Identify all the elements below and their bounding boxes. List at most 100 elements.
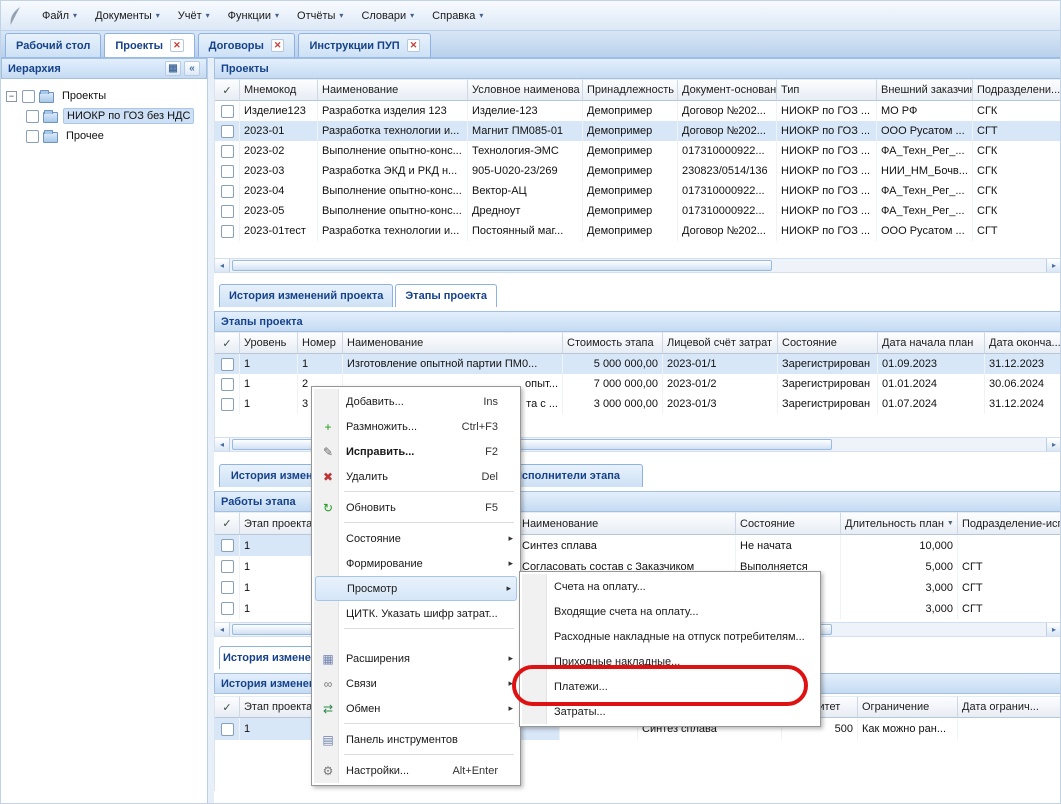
row-select-cell[interactable] — [215, 374, 240, 394]
select-all-header[interactable]: ✓ — [215, 332, 240, 354]
column-header[interactable]: Условное наименова — [468, 79, 583, 101]
expander-icon[interactable]: − — [6, 91, 17, 102]
column-header[interactable]: Тип — [777, 79, 877, 101]
row-checkbox[interactable] — [221, 378, 234, 391]
close-icon[interactable]: ✕ — [271, 39, 285, 52]
scroll-left-icon[interactable]: ◂ — [215, 623, 230, 636]
select-all-header[interactable]: ✓ — [215, 696, 240, 718]
column-header[interactable]: Уровень — [240, 332, 298, 354]
row-checkbox[interactable] — [221, 581, 234, 594]
context-menu-item[interactable]: Просмотр▸ — [315, 576, 517, 601]
row-checkbox[interactable] — [221, 723, 234, 736]
row-checkbox[interactable] — [221, 358, 234, 371]
table-row[interactable]: 2023-05Выполнение опытно-конс...Дредноут… — [215, 201, 1061, 221]
menubar-item[interactable]: Отчёты▾ — [288, 6, 352, 26]
scroll-left-icon[interactable]: ◂ — [215, 438, 230, 451]
tree-checkbox[interactable] — [26, 110, 39, 123]
row-select-cell[interactable] — [215, 181, 240, 201]
submenu-item[interactable]: Расходные накладные на отпуск потребител… — [522, 624, 818, 649]
scroll-right-icon[interactable]: ▸ — [1046, 438, 1061, 451]
menubar-item[interactable]: Учёт▾ — [169, 6, 219, 26]
row-checkbox[interactable] — [221, 398, 234, 411]
submenu-item[interactable]: Счета на оплату... — [522, 574, 818, 599]
context-menu-item[interactable]: ✖УдалитьDel — [314, 464, 518, 489]
grid-filter-icon[interactable]: ▦ — [165, 61, 181, 76]
context-menu-item[interactable]: ▦Расширения▸ — [314, 646, 518, 671]
row-checkbox[interactable] — [221, 205, 234, 218]
row-checkbox[interactable] — [221, 539, 234, 552]
close-icon[interactable]: ✕ — [170, 39, 184, 52]
column-header[interactable]: Мнемокод — [240, 79, 318, 101]
row-select-cell[interactable] — [215, 221, 240, 241]
row-select-cell[interactable] — [215, 354, 240, 374]
submenu-item[interactable]: Входящие счета на оплату... — [522, 599, 818, 624]
menubar-item[interactable]: Справка▾ — [423, 6, 492, 26]
projects-hscrollbar[interactable]: ◂▸ — [214, 258, 1061, 273]
tree-item[interactable]: Прочее — [1, 126, 207, 146]
column-header[interactable]: Внешний заказчик — [877, 79, 973, 101]
column-header[interactable]: Состояние — [736, 512, 841, 535]
column-header[interactable]: Наименование — [343, 332, 563, 354]
row-select-cell[interactable] — [215, 101, 240, 121]
tree-item[interactable]: −Проекты — [1, 86, 207, 106]
menubar-item[interactable]: Словари▾ — [352, 6, 423, 26]
context-menu-item[interactable]: Состояние▸ — [314, 526, 518, 551]
context-menu-item[interactable]: +Размножить...Ctrl+F3 — [314, 414, 518, 439]
row-checkbox[interactable] — [221, 145, 234, 158]
row-select-cell[interactable] — [215, 718, 240, 740]
row-checkbox[interactable] — [221, 560, 234, 573]
row-select-cell[interactable] — [215, 577, 240, 598]
table-row[interactable]: Изделие123Разработка изделия 123Изделие-… — [215, 101, 1061, 121]
menubar-item[interactable]: Файл▾ — [33, 6, 86, 26]
context-menu-item[interactable]: ✎Исправить...F2 — [314, 439, 518, 464]
column-header[interactable]: Подразделение-исп... — [958, 512, 1061, 535]
context-menu-item[interactable]: Добавить...Ins — [314, 389, 518, 414]
column-header[interactable]: Дата огранич... — [958, 696, 1061, 718]
column-header[interactable]: Подразделени... — [973, 79, 1061, 101]
context-menu-item[interactable]: ▤Панель инструментов — [314, 727, 518, 752]
row-checkbox[interactable] — [221, 125, 234, 138]
row-select-cell[interactable] — [215, 556, 240, 577]
select-all-header[interactable]: ✓ — [215, 79, 240, 101]
main-tab[interactable]: Проекты✕ — [104, 33, 194, 57]
column-header[interactable]: Наименование — [518, 512, 736, 535]
tree-item[interactable]: НИОКР по ГОЗ без НДС — [1, 106, 207, 126]
scroll-right-icon[interactable]: ▸ — [1046, 259, 1061, 272]
column-header[interactable]: Принадлежность — [583, 79, 678, 101]
main-tab[interactable]: Инструкции ПУП✕ — [298, 33, 431, 57]
tree-checkbox[interactable] — [26, 130, 39, 143]
tree-checkbox[interactable] — [22, 90, 35, 103]
row-checkbox[interactable] — [221, 602, 234, 615]
menubar-item[interactable]: Документы▾ — [86, 6, 169, 26]
menubar-item[interactable]: Функции▾ — [219, 6, 288, 26]
scroll-left-icon[interactable]: ◂ — [215, 259, 230, 272]
collapse-panel-icon[interactable]: « — [184, 61, 200, 76]
column-header[interactable]: Стоимость этапа — [563, 332, 663, 354]
context-menu-item[interactable]: ∞Связи▸ — [314, 671, 518, 696]
column-header[interactable]: Состояние — [778, 332, 878, 354]
row-select-cell[interactable] — [215, 535, 240, 556]
row-select-cell[interactable] — [215, 141, 240, 161]
table-row[interactable]: 2023-03Разработка ЭКД и РКД н...905-U020… — [215, 161, 1061, 181]
table-row[interactable]: 2023-02Выполнение опытно-конс...Технолог… — [215, 141, 1061, 161]
subtab[interactable]: История изменений проекта — [219, 284, 393, 307]
context-menu-item[interactable]: ↻ОбновитьF5 — [314, 495, 518, 520]
row-checkbox[interactable] — [221, 225, 234, 238]
column-header[interactable]: Длительность план▼ — [841, 512, 958, 535]
subtab[interactable]: Этапы проекта — [395, 284, 497, 307]
column-header[interactable]: Ограничение — [858, 696, 958, 718]
main-tab[interactable]: Договоры✕ — [198, 33, 296, 57]
scroll-right-icon[interactable]: ▸ — [1046, 623, 1061, 636]
row-select-cell[interactable] — [215, 161, 240, 181]
context-menu-item[interactable]: Формирование▸ — [314, 551, 518, 576]
context-menu-item[interactable]: ⚙Настройки...Alt+Enter — [314, 758, 518, 783]
row-select-cell[interactable] — [215, 394, 240, 414]
column-header[interactable]: Документ-основан — [678, 79, 777, 101]
table-row[interactable]: 11Изготовление опытной партии ПМ0...5 00… — [215, 354, 1061, 374]
column-header[interactable]: Номер — [298, 332, 343, 354]
context-menu-item[interactable]: ⇄Обмен▸ — [314, 696, 518, 721]
row-checkbox[interactable] — [221, 185, 234, 198]
scroll-thumb[interactable] — [232, 260, 772, 271]
table-row[interactable]: 2023-01тестРазработка технологии и...Пос… — [215, 221, 1061, 241]
close-icon[interactable]: ✕ — [407, 39, 421, 52]
